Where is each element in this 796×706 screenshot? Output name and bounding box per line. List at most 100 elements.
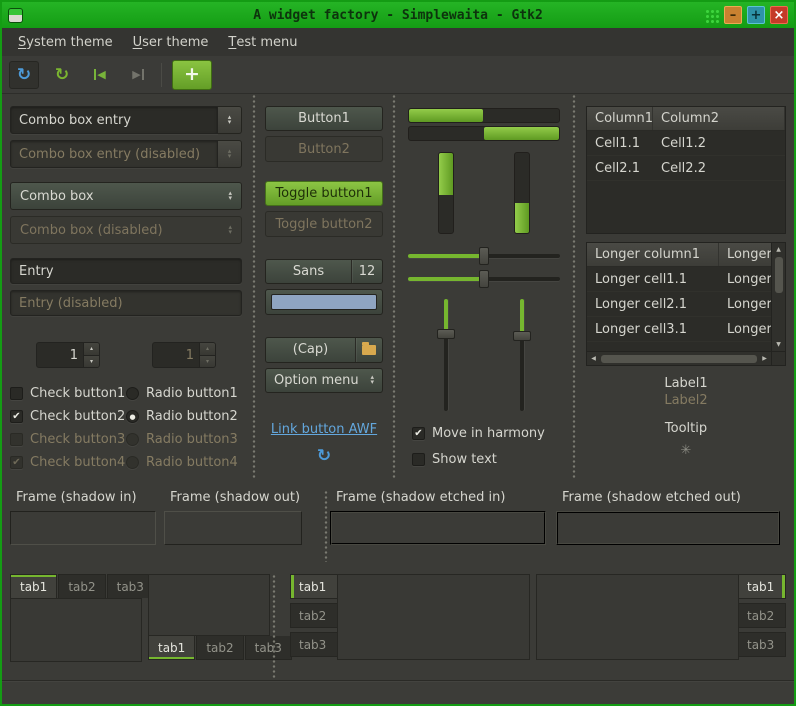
toggle-button1[interactable]: Toggle button1 — [265, 181, 383, 206]
radio-button-1[interactable]: Radio button1 — [126, 386, 242, 401]
tab-tab3[interactable]: tab3 — [739, 632, 786, 657]
spin-up-button[interactable]: ▴ — [84, 343, 99, 356]
spin-row: 1 ▴▾ 1 ▴▾ — [10, 342, 242, 368]
file-chooser-button[interactable]: (Cap) — [265, 337, 383, 362]
maximize-button[interactable]: + — [747, 6, 765, 24]
pane-handle[interactable] — [390, 94, 398, 478]
checkbox-icon: ✔ — [10, 410, 23, 423]
option-menu[interactable]: Option menu ▴▾ — [265, 368, 383, 393]
pane-handle[interactable] — [322, 490, 330, 562]
progressbar-horizontal-1 — [408, 108, 560, 123]
vertical-scrollbar[interactable]: ▲ ▼ — [771, 243, 785, 351]
table-row[interactable]: Cell1.1 Cell1.2 — [587, 131, 785, 156]
table-cell: Cell1.2 — [653, 131, 785, 155]
scroll-up-icon[interactable]: ▲ — [772, 243, 785, 256]
scrollbar-corner — [771, 351, 785, 365]
awf-toolbar-button[interactable]: ↻ — [9, 61, 39, 89]
tab-tab1[interactable]: tab1 — [290, 574, 337, 599]
combo-box-entry-dropdown-button[interactable]: ▴▾ — [218, 106, 242, 134]
menu-system-theme[interactable]: System theme — [8, 28, 123, 56]
tab-tab3[interactable]: tab3 — [290, 632, 337, 657]
check-label: Move in harmony — [432, 426, 545, 441]
entry-input[interactable] — [11, 264, 241, 279]
combo-box-entry-field — [10, 106, 218, 134]
tab-tab1[interactable]: tab1 — [148, 636, 195, 660]
tab-tab3[interactable]: tab3 — [245, 636, 292, 660]
move-in-harmony-checkbox[interactable]: ✔ Move in harmony — [412, 423, 560, 443]
combo-box-disabled-value: Combo box (disabled) — [20, 223, 163, 238]
horizontal-scrollbar[interactable]: ◀ ▶ — [587, 351, 771, 365]
font-button[interactable]: Sans 12 — [265, 259, 383, 284]
vertical-scale-row — [408, 299, 560, 411]
tab-tab2[interactable]: tab2 — [196, 636, 243, 660]
spin-button[interactable]: 1 ▴▾ — [36, 342, 100, 368]
hscale-2[interactable] — [408, 269, 560, 288]
pane-handle[interactable] — [270, 574, 278, 680]
button1[interactable]: Button1 — [265, 106, 383, 131]
tab-tab1[interactable]: tab1 — [739, 574, 786, 599]
scroll-right-icon[interactable]: ▶ — [758, 352, 771, 365]
tab-strip: tab1 tab2 tab3 — [10, 574, 142, 598]
check-button-1[interactable]: Check button1 — [10, 386, 126, 401]
add-button[interactable]: + — [172, 60, 212, 90]
titlebar[interactable]: A widget factory - Simplewaita - Gtk2 – … — [2, 2, 794, 28]
tab-tab2[interactable]: tab2 — [290, 603, 337, 628]
vscale-2[interactable] — [512, 299, 532, 411]
check-button-2[interactable]: ✔ Check button2 — [10, 409, 126, 424]
radio-label: Radio button2 — [146, 409, 238, 424]
scale-thumb[interactable] — [479, 270, 489, 288]
notebook-content — [337, 574, 530, 660]
combo-box-entry-input[interactable] — [11, 113, 217, 128]
scrollbar-track[interactable] — [772, 294, 785, 338]
show-text-checkbox[interactable]: Show text — [412, 450, 560, 470]
panel-trees: Column1 Column2 Cell1.1 Cell1.2 Cell2.1 … — [578, 94, 794, 478]
refresh-button[interactable]: ↻ — [47, 61, 77, 89]
scrollbar-thumb[interactable] — [775, 257, 783, 293]
link-button[interactable]: Link button AWF — [265, 422, 383, 437]
column-header[interactable]: Longer column1 — [587, 243, 719, 266]
column-header[interactable]: Column1 — [587, 107, 653, 130]
column-header[interactable]: Column2 — [653, 107, 785, 130]
tab-tab1[interactable]: tab1 — [10, 574, 57, 598]
minimize-button[interactable]: – — [724, 6, 742, 24]
label1: Label1 — [586, 376, 786, 391]
radio-icon — [126, 433, 139, 446]
scale-thumb[interactable] — [437, 329, 455, 339]
table-row[interactable]: Longer cell2.1 Longer cell2.2 — [587, 292, 771, 317]
table-row[interactable]: Cell2.1 Cell2.2 — [587, 156, 785, 181]
scrollbar-thumb[interactable] — [601, 355, 757, 363]
frame-shadow-in: Frame (shadow in) — [10, 490, 164, 562]
radio-button-3: Radio button3 — [126, 432, 242, 447]
table-cell: Longer cell3.2 — [719, 317, 771, 341]
titlebar-grid-icon[interactable] — [704, 8, 719, 23]
tab-tab3[interactable]: tab3 — [107, 574, 154, 598]
column-header[interactable]: Longer column2 — [719, 243, 771, 266]
pane-handle[interactable] — [250, 94, 258, 478]
combo-box[interactable]: Combo box ▴▾ — [10, 182, 242, 210]
pane-handle[interactable] — [570, 94, 578, 478]
scale-thumb[interactable] — [513, 331, 531, 341]
scale-thumb[interactable] — [479, 247, 489, 265]
close-button[interactable]: × — [770, 6, 788, 24]
table-row[interactable]: Longer cell1.1 Longer cell1.2 — [587, 267, 771, 292]
go-first-button[interactable]: ◀ — [85, 61, 115, 89]
combo-box-entry: ▴▾ — [10, 106, 242, 134]
scroll-down-icon[interactable]: ▼ — [772, 338, 785, 351]
radio-button-2[interactable]: ● Radio button2 — [126, 409, 242, 424]
color-button[interactable] — [265, 289, 383, 315]
menu-test-menu[interactable]: Test menu — [218, 28, 307, 56]
spin-down-button[interactable]: ▾ — [84, 356, 99, 368]
notebook-tabs-bottom: tab1 tab2 tab3 — [148, 574, 270, 680]
combo-box-entry-disabled-dropdown-button: ▴▾ — [218, 140, 242, 168]
hscale-1[interactable] — [408, 246, 560, 265]
menubar: System theme User theme Test menu — [2, 28, 794, 56]
menu-user-theme[interactable]: User theme — [123, 28, 219, 56]
checkbox-icon — [412, 453, 425, 466]
tab-tab2[interactable]: tab2 — [739, 603, 786, 628]
table-row[interactable]: Longer cell3.1 Longer cell3.2 — [587, 317, 771, 342]
vscale-1[interactable] — [436, 299, 456, 411]
check-radio-grid: Check button1 Radio button1 ✔ Check butt… — [10, 386, 242, 470]
option-menu-label: Option menu — [274, 373, 359, 388]
scroll-left-icon[interactable]: ◀ — [587, 352, 600, 365]
tab-tab2[interactable]: tab2 — [58, 574, 105, 598]
